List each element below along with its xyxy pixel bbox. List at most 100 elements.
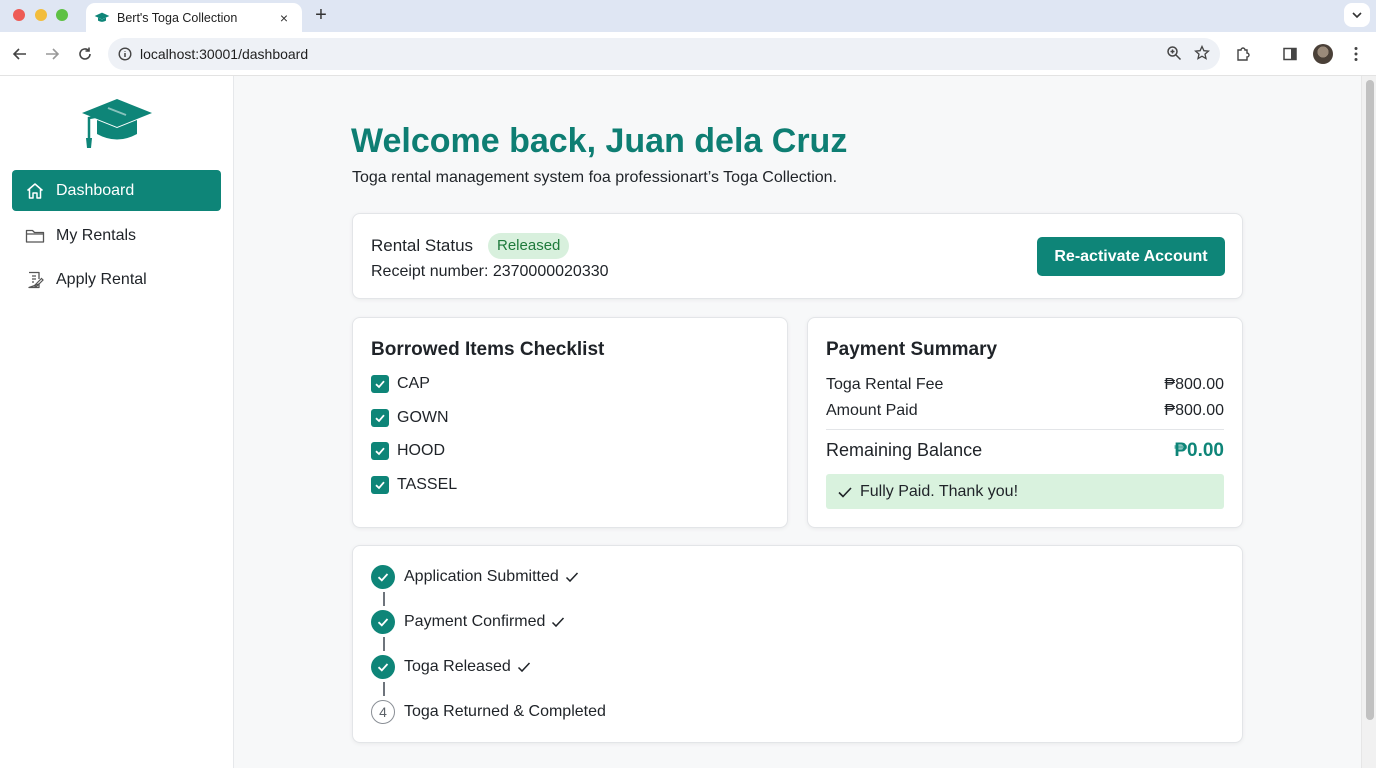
receipt-number: Receipt number: 2370000020330 bbox=[371, 263, 609, 280]
forward-button[interactable] bbox=[41, 43, 63, 65]
checklist-item-label: TASSEL bbox=[397, 476, 458, 493]
payment-summary-card: Payment Summary Toga Rental Fee ₱800.00 … bbox=[807, 317, 1243, 528]
step-label: Application Submitted bbox=[404, 568, 559, 585]
side-panel-icon bbox=[1283, 47, 1297, 61]
checklist-title: Borrowed Items Checklist bbox=[371, 339, 605, 360]
check-icon bbox=[517, 660, 531, 674]
step-done-icon bbox=[371, 565, 395, 589]
borrowed-items-card: Borrowed Items Checklist CAP GOWN HOOD T… bbox=[352, 317, 788, 528]
paid-label: Amount Paid bbox=[826, 402, 918, 419]
step-done-icon bbox=[371, 610, 395, 634]
chevron-down-icon bbox=[1352, 12, 1362, 19]
fully-paid-banner: Fully Paid. Thank you! bbox=[826, 474, 1224, 509]
check-icon bbox=[551, 615, 565, 629]
browser-toolbar: localhost:30001/dashboard bbox=[0, 32, 1376, 76]
sidebar-item-dashboard[interactable]: Dashboard bbox=[12, 170, 221, 211]
browser-tab-bar: Bert's Toga Collection × + bbox=[0, 0, 1376, 32]
browser-menu-button[interactable] bbox=[1345, 43, 1367, 65]
toga-rental-fee-row: Toga Rental Fee ₱800.00 bbox=[826, 376, 1224, 394]
remaining-balance-row: Remaining Balance ₱0.00 bbox=[826, 440, 1224, 462]
rental-progress-card: Application Submitted Payment Confirmed … bbox=[352, 545, 1243, 743]
tab-close-icon[interactable]: × bbox=[276, 10, 292, 26]
checklist-item-cap[interactable]: CAP bbox=[371, 375, 430, 393]
rental-status-card: Rental Status Released Receipt number: 2… bbox=[352, 213, 1243, 299]
checkbox-checked[interactable] bbox=[371, 442, 389, 460]
paid-value: ₱800.00 bbox=[1164, 402, 1224, 419]
check-icon bbox=[565, 570, 579, 584]
avatar bbox=[1313, 44, 1333, 64]
checklist-item-gown[interactable]: GOWN bbox=[371, 409, 449, 427]
reload-icon bbox=[79, 47, 91, 60]
balance-value: ₱0.00 bbox=[1174, 440, 1224, 461]
step-connector bbox=[383, 682, 385, 696]
checklist-item-label: HOOD bbox=[397, 442, 445, 459]
new-tab-button[interactable]: + bbox=[312, 5, 330, 25]
check-icon bbox=[375, 447, 385, 456]
sidebar: Dashboard My Rentals Apply Rental bbox=[0, 76, 234, 768]
sidebar-item-my-rentals[interactable]: My Rentals bbox=[12, 215, 221, 256]
rental-status-title: Rental Status bbox=[371, 236, 474, 255]
step-toga-returned: 4 Toga Returned & Completed bbox=[371, 700, 606, 724]
reactivate-account-button[interactable]: Re-activate Account bbox=[1037, 237, 1225, 276]
status-badge: Released bbox=[488, 233, 570, 259]
check-icon bbox=[838, 486, 852, 498]
maximize-window-button[interactable] bbox=[56, 9, 68, 21]
puzzle-icon bbox=[1237, 47, 1250, 61]
sidebar-item-label: Apply Rental bbox=[56, 270, 147, 288]
bookmark-star-icon[interactable] bbox=[1194, 45, 1210, 61]
step-connector bbox=[383, 637, 385, 651]
reload-button[interactable] bbox=[74, 43, 96, 65]
step-toga-released: Toga Released bbox=[371, 655, 531, 679]
step-label: Toga Returned & Completed bbox=[404, 703, 606, 720]
payment-summary-title: Payment Summary bbox=[826, 339, 998, 360]
balance-label: Remaining Balance bbox=[826, 440, 983, 460]
scrollbar-thumb[interactable] bbox=[1366, 80, 1374, 720]
url-text[interactable]: localhost:30001/dashboard bbox=[140, 46, 308, 62]
home-icon bbox=[25, 181, 45, 201]
step-payment-confirmed: Payment Confirmed bbox=[371, 610, 565, 634]
back-button[interactable] bbox=[9, 43, 31, 65]
close-window-button[interactable] bbox=[13, 9, 25, 21]
side-panel-button[interactable] bbox=[1279, 43, 1301, 65]
profile-button[interactable] bbox=[1312, 43, 1334, 65]
arrow-right-icon bbox=[46, 48, 60, 60]
checklist-item-hood[interactable]: HOOD bbox=[371, 442, 445, 460]
step-label: Toga Released bbox=[404, 658, 511, 675]
fee-label: Toga Rental Fee bbox=[826, 376, 944, 393]
app-viewport: Dashboard My Rentals Apply Rental Welcom… bbox=[0, 76, 1376, 768]
amount-paid-row: Amount Paid ₱800.00 bbox=[826, 402, 1224, 420]
checklist-item-tassel[interactable]: TASSEL bbox=[371, 476, 457, 494]
graduation-cap-icon bbox=[94, 12, 110, 22]
page-scrollbar[interactable] bbox=[1361, 76, 1376, 768]
step-label: Payment Confirmed bbox=[404, 613, 546, 630]
step-done-icon bbox=[371, 655, 395, 679]
sidebar-item-apply-rental[interactable]: Apply Rental bbox=[12, 259, 221, 300]
fully-paid-text: Fully Paid. Thank you! bbox=[860, 482, 1019, 500]
check-icon bbox=[375, 380, 385, 389]
browser-tab[interactable]: Bert's Toga Collection × bbox=[86, 3, 302, 32]
kebab-menu-icon bbox=[1354, 47, 1358, 61]
step-number-badge: 4 bbox=[371, 700, 395, 724]
checklist-item-label: GOWN bbox=[397, 409, 449, 426]
check-icon bbox=[375, 481, 385, 490]
zoom-icon[interactable] bbox=[1166, 45, 1182, 61]
folder-icon bbox=[25, 226, 45, 246]
arrow-left-icon bbox=[12, 48, 26, 60]
sidebar-item-label: My Rentals bbox=[56, 226, 137, 244]
form-icon bbox=[25, 270, 45, 290]
sidebar-item-label: Dashboard bbox=[56, 181, 135, 199]
checkbox-checked[interactable] bbox=[371, 375, 389, 393]
site-info-icon[interactable] bbox=[118, 47, 132, 61]
step-connector bbox=[383, 592, 385, 606]
page-title: Welcome back, Juan dela Cruz bbox=[351, 122, 848, 160]
checkbox-checked[interactable] bbox=[371, 476, 389, 494]
fee-value: ₱800.00 bbox=[1164, 376, 1224, 393]
tab-search-button[interactable] bbox=[1344, 3, 1370, 27]
extensions-button[interactable] bbox=[1232, 43, 1254, 65]
minimize-window-button[interactable] bbox=[35, 9, 47, 21]
graduation-cap-logo-icon bbox=[82, 99, 152, 148]
checkbox-checked[interactable] bbox=[371, 409, 389, 427]
step-application-submitted: Application Submitted bbox=[371, 565, 579, 589]
page-subtitle: Toga rental management system foa profes… bbox=[352, 169, 838, 186]
address-bar[interactable]: localhost:30001/dashboard bbox=[108, 38, 1220, 70]
